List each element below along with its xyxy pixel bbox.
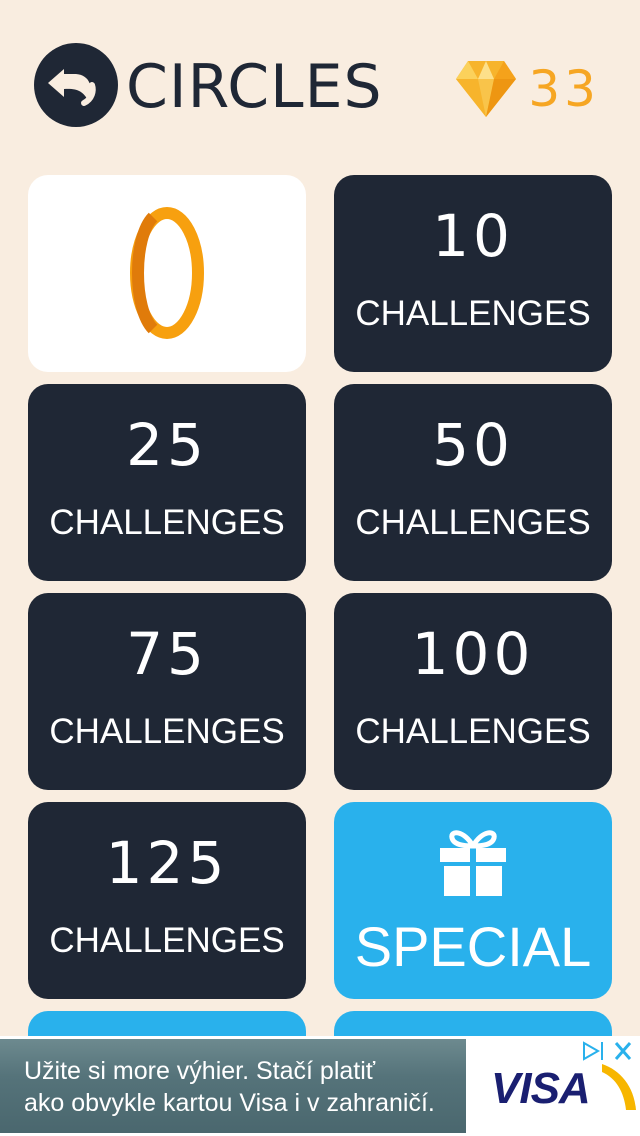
zero-ring [130,207,204,339]
page-title: CIRCLES [126,52,383,122]
gem-count: 33 [528,60,600,118]
tile-value: 50 [432,411,514,479]
tile-label: CHALLENGES [49,503,285,542]
gift-icon [440,830,506,896]
tile-125-challenges[interactable]: 125 CHALLENGES [28,802,306,999]
tile-label: CHALLENGES [49,921,285,960]
ad-text-line: Užite si more výhier. Stačí platiť [24,1057,376,1085]
tile-current-progress[interactable]: 0 [28,175,306,372]
tile-value: 100 [411,620,535,688]
tile-25-challenges[interactable]: 25 CHALLENGES [28,384,306,581]
tile-label: CHALLENGES [355,503,591,542]
tile-label: CHALLENGES [49,712,285,751]
diamond-icon [456,61,517,117]
tile-special[interactable]: SPECIAL [334,802,612,999]
tile-label: CHALLENGES [355,712,591,751]
special-label: SPECIAL [354,915,592,978]
visa-logo: VISA [491,1064,591,1113]
tile-10-challenges[interactable]: 10 CHALLENGES [334,175,612,372]
ad-image: Užite si more výhier. Stačí platiť ako o… [0,1039,466,1133]
adchoices-icon[interactable] [578,1038,638,1064]
tile-value: 125 [105,829,229,897]
tile-label: CHALLENGES [355,294,591,333]
gem-counter: 33 [454,56,600,122]
tile-value: 10 [432,202,514,270]
visa-swoosh-icon [602,1064,636,1110]
header: CIRCLES 33 [0,0,640,170]
back-arrow-icon [48,69,96,106]
tile-50-challenges[interactable]: 50 CHALLENGES [334,384,612,581]
tile-75-challenges[interactable]: 75 CHALLENGES [28,593,306,790]
ad-text-line: ako obvykle kartou Visa i v zahraničí. [24,1089,435,1117]
back-button[interactable] [34,43,118,127]
tile-100-challenges[interactable]: 100 CHALLENGES [334,593,612,790]
tile-value: 75 [126,620,208,688]
tile-value: 25 [126,411,208,479]
